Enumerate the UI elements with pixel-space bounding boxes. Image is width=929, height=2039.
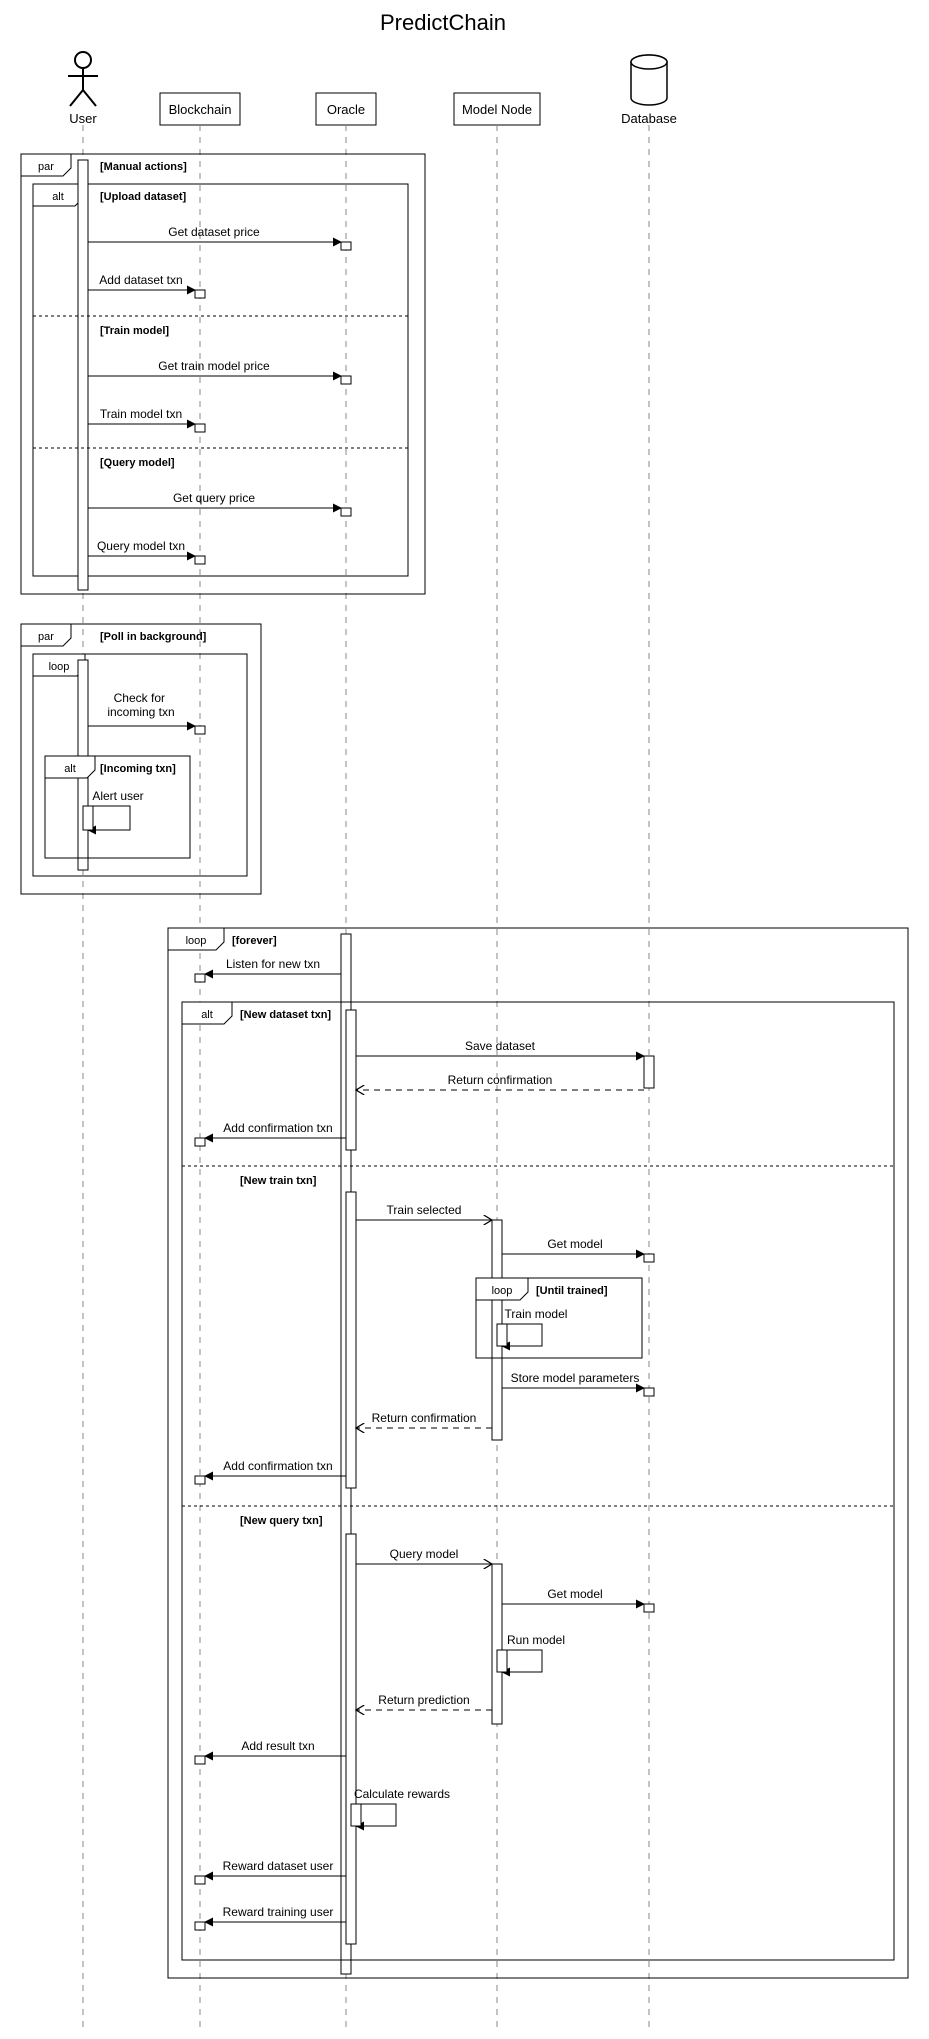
svg-text:Store model parameters: Store model parameters	[511, 1371, 640, 1385]
svg-text:[Incoming txn]: [Incoming txn]	[100, 763, 176, 775]
svg-text:[New dataset txn]: [New dataset txn]	[240, 1009, 331, 1021]
fragment-alt-txn	[182, 1002, 894, 1960]
svg-text:Add confirmation txn: Add confirmation txn	[223, 1459, 332, 1473]
svg-text:Database: Database	[621, 111, 677, 126]
svg-text:Add dataset txn: Add dataset txn	[99, 273, 182, 287]
svg-text:[Upload dataset]: [Upload dataset]	[100, 191, 187, 203]
svg-text:Get train model price: Get train model price	[158, 359, 270, 373]
svg-text:Save dataset: Save dataset	[465, 1039, 536, 1053]
svg-text:Return confirmation: Return confirmation	[372, 1411, 477, 1425]
participant-oracle: Oracle	[316, 93, 376, 125]
svg-text:Run model: Run model	[507, 1633, 565, 1647]
svg-text:Add confirmation txn: Add confirmation txn	[223, 1121, 332, 1135]
svg-text:Model Node: Model Node	[462, 102, 532, 117]
fragment-alt-manual	[33, 184, 408, 576]
svg-text:Train model txn: Train model txn	[100, 407, 182, 421]
svg-text:alt: alt	[64, 763, 76, 775]
svg-text:alt: alt	[201, 1009, 213, 1021]
svg-text:[Train model]: [Train model]	[100, 325, 169, 337]
svg-text:Query model: Query model	[390, 1547, 459, 1561]
diagram-title: PredictChain	[380, 10, 506, 35]
svg-text:Alert user: Alert user	[92, 789, 143, 803]
svg-text:Listen for new txn: Listen for new txn	[226, 957, 320, 971]
participant-blockchain: Blockchain	[160, 93, 240, 125]
svg-text:loop: loop	[186, 935, 207, 947]
svg-text:[Query model]: [Query model]	[100, 457, 175, 469]
participant-user: User	[68, 52, 98, 126]
svg-text:loop: loop	[49, 661, 70, 673]
svg-text:Train selected: Train selected	[387, 1203, 462, 1217]
svg-text:Return prediction: Return prediction	[378, 1693, 469, 1707]
svg-text:par: par	[38, 631, 54, 643]
svg-text:[Poll in background]: [Poll in background]	[100, 631, 207, 643]
svg-text:Calculate rewards: Calculate rewards	[354, 1787, 450, 1801]
participant-modelnode: Model Node	[454, 93, 540, 125]
svg-text:par: par	[38, 161, 54, 173]
svg-text:Get query price: Get query price	[173, 491, 255, 505]
participant-database: Database	[621, 55, 677, 126]
svg-text:Check for incoming txn: Check for incoming txn	[107, 691, 174, 719]
svg-text:Reward dataset user: Reward dataset user	[223, 1859, 334, 1873]
svg-text:loop: loop	[492, 1285, 513, 1297]
svg-text:Blockchain: Blockchain	[169, 102, 232, 117]
svg-text:User: User	[69, 111, 97, 126]
svg-text:alt: alt	[52, 191, 64, 203]
svg-text:Train model: Train model	[505, 1307, 568, 1321]
svg-text:Oracle: Oracle	[327, 102, 365, 117]
svg-text:Query model txn: Query model txn	[97, 539, 185, 553]
svg-text:[Manual actions]: [Manual actions]	[100, 161, 187, 173]
svg-text:[New query txn]: [New query txn]	[240, 1515, 323, 1527]
svg-text:Get model: Get model	[547, 1237, 602, 1251]
svg-text:Add result txn: Add result txn	[241, 1739, 314, 1753]
svg-text:Return confirmation: Return confirmation	[448, 1073, 553, 1087]
svg-text:Reward training user: Reward training user	[223, 1905, 334, 1919]
svg-text:Get model: Get model	[547, 1587, 602, 1601]
svg-text:[Until trained]: [Until trained]	[536, 1285, 608, 1297]
svg-text:[New train txn]: [New train txn]	[240, 1175, 317, 1187]
svg-text:[forever]: [forever]	[232, 935, 277, 947]
svg-text:Get dataset price: Get dataset price	[168, 225, 260, 239]
sequence-diagram: PredictChain User Blockchain Oracle Mode…	[0, 0, 929, 2039]
